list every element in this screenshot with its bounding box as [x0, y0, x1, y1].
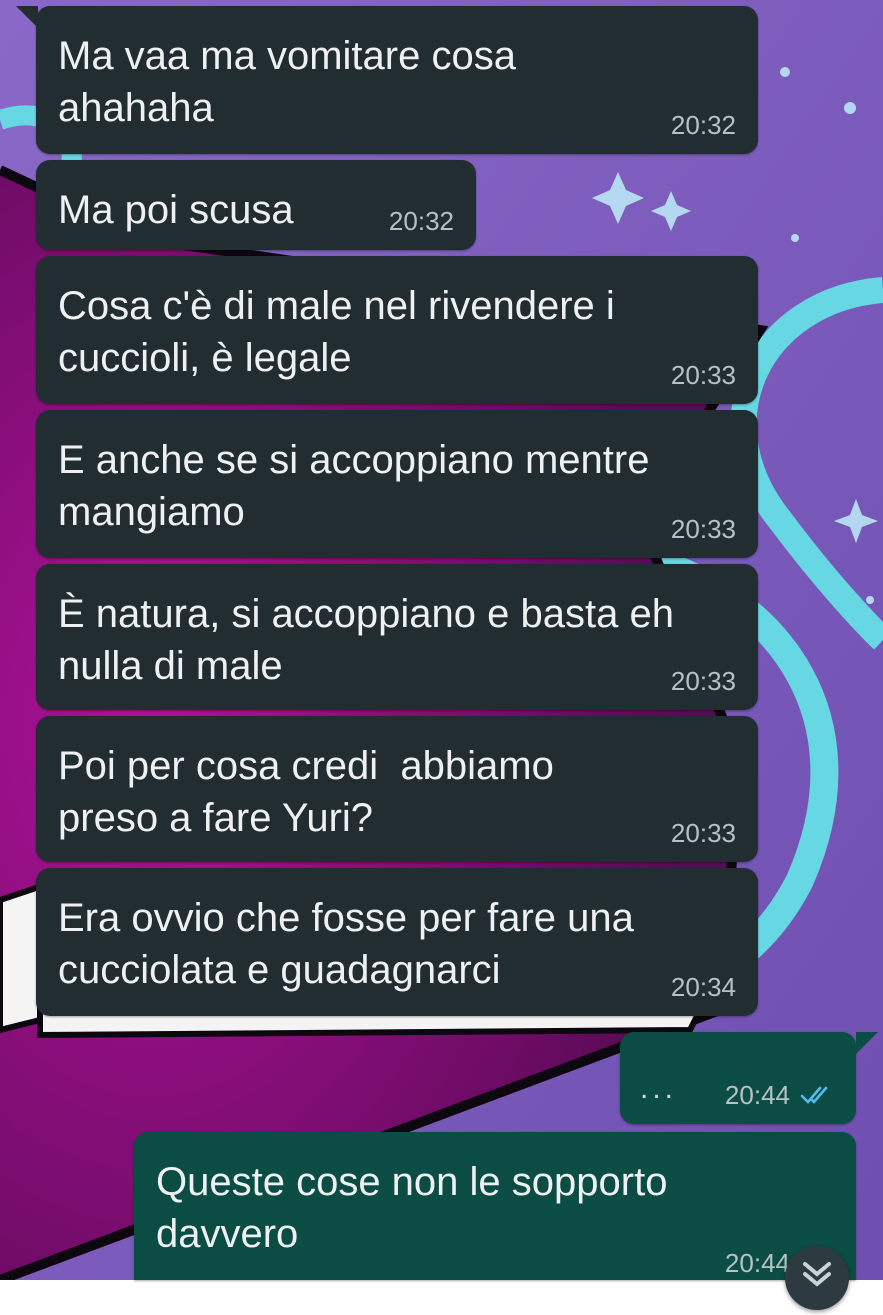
- message-list[interactable]: Ma vaa ma vomitare cosa ahahaha 20:32 Ma…: [0, 0, 883, 1310]
- incoming-message[interactable]: E anche se si accoppiano mentre mangiamo…: [36, 410, 758, 558]
- incoming-message[interactable]: Ma vaa ma vomitare cosa ahahaha 20:32: [36, 6, 758, 154]
- message-text: E anche se si accoppiano mentre mangiamo: [58, 438, 661, 534]
- scroll-to-bottom-button[interactable]: [785, 1246, 849, 1310]
- double-check-icon: [800, 1086, 828, 1104]
- message-time: 20:44: [724, 1080, 790, 1110]
- message-text: Era ovvio che fosse per fare una cucciol…: [58, 896, 646, 992]
- bubble-tail: [856, 1032, 878, 1054]
- message-time: 20:34: [670, 972, 736, 1002]
- message-text: Queste cose non le sopporto davvero: [156, 1160, 679, 1256]
- outgoing-message[interactable]: ... 20:44: [620, 1032, 856, 1124]
- incoming-message[interactable]: Poi per cosa credi abbiamo preso a fare …: [36, 716, 758, 862]
- incoming-message[interactable]: È natura, si accoppiano e basta eh nulla…: [36, 564, 758, 710]
- message-time: 20:32: [670, 110, 736, 140]
- incoming-message[interactable]: Cosa c'è di male nel rivendere i cucciol…: [36, 256, 758, 404]
- message-text: ...: [640, 1072, 678, 1105]
- message-time: 20:33: [670, 666, 736, 696]
- message-text: È natura, si accoppiano e basta eh nulla…: [58, 592, 686, 688]
- incoming-message[interactable]: Ma poi scusa 20:32: [36, 160, 476, 250]
- incoming-message[interactable]: Era ovvio che fosse per fare una cucciol…: [36, 868, 758, 1016]
- message-time: 20:44: [724, 1248, 790, 1278]
- bubble-tail: [16, 6, 38, 28]
- message-time: 20:33: [670, 514, 736, 544]
- message-time: 20:32: [388, 206, 454, 236]
- message-text: Poi per cosa credi abbiamo preso a fare …: [58, 744, 565, 840]
- chevron-down-icon: [803, 1262, 831, 1287]
- message-time: 20:33: [670, 818, 736, 848]
- message-text: Ma vaa ma vomitare cosa ahahaha: [58, 34, 528, 130]
- message-time: 20:33: [670, 360, 736, 390]
- message-text: Cosa c'è di male nel rivendere i cucciol…: [58, 284, 626, 380]
- outgoing-message[interactable]: Queste cose non le sopporto davvero 20:4…: [134, 1132, 856, 1280]
